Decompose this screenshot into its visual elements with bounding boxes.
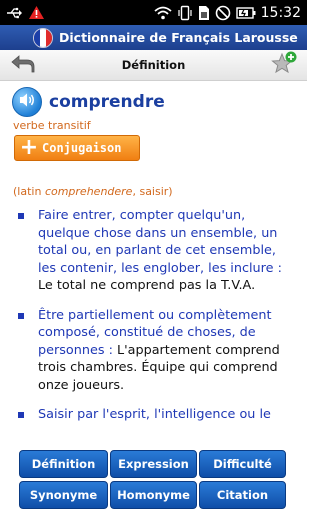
star-add-icon [270,50,298,82]
vibrate-icon [177,5,193,21]
no-signal-icon [215,5,231,21]
conjugation-label: Conjugaison [42,141,122,155]
definition-item: Faire entrer, compter quelqu'un, quelque… [0,207,307,295]
headword-row: comprendre [12,87,165,117]
definition-text: Faire entrer, compter quelqu'un, quelque… [38,208,282,276]
app-title: Dictionnaire de Français Larousse [59,30,298,45]
bullet-icon [18,312,24,319]
add-favorite-button[interactable] [269,50,299,82]
back-arrow-icon [10,54,36,78]
definition-text: Saisir par l'esprit, l'intelligence ou l… [38,407,271,422]
sim-icon [198,5,210,21]
headword: comprendre [49,92,165,112]
pronunciation-button[interactable] [12,87,42,117]
etymology-suffix: , saisir) [132,185,173,198]
definition-content[interactable]: comprendre verbe transitif + Conjugaison… [0,82,307,446]
homonyme-button[interactable]: Homonyme [110,481,197,509]
synonyme-button[interactable]: Synonyme [19,481,108,509]
etymology-prefix: (latin [13,185,45,198]
conjugation-button[interactable]: + Conjugaison [14,135,140,161]
french-flag-icon [33,27,53,48]
app-title-bar: Dictionnaire de Français Larousse [0,25,307,50]
usb-icon [6,7,22,19]
battery-icon [235,6,256,20]
definitions-list: Faire entrer, compter quelqu'un, quelque… [0,207,307,436]
part-of-speech: verbe transitif [13,119,91,132]
definition-button[interactable]: Définition [19,450,108,478]
plus-icon: + [19,135,39,160]
speaker-icon [18,92,36,112]
bullet-icon [18,412,24,418]
definition-item: Être partiellement ou complètement compo… [0,307,307,395]
definition-example: Le total ne comprend pas la T.V.A. [38,278,256,293]
status-bar: 15:32 [0,0,307,25]
bullet-icon [18,213,24,219]
definition-item: Saisir par l'esprit, l'intelligence ou l… [0,406,307,424]
back-button[interactable] [8,55,38,77]
toolbar: Définition [0,50,307,81]
page-title: Définition [121,58,186,72]
clock: 15:32 [260,4,301,21]
warning-icon [28,5,45,20]
wifi-icon [154,6,172,20]
etymology-word: comprehendere [44,185,133,198]
citation-button[interactable]: Citation [199,481,286,509]
expression-button[interactable]: Expression [110,450,197,478]
section-buttons: Définition Expression Difficulté Synonym… [0,446,307,512]
etymology: (latin comprehendere, saisir) [13,185,173,198]
difficulte-button[interactable]: Difficulté [199,450,286,478]
